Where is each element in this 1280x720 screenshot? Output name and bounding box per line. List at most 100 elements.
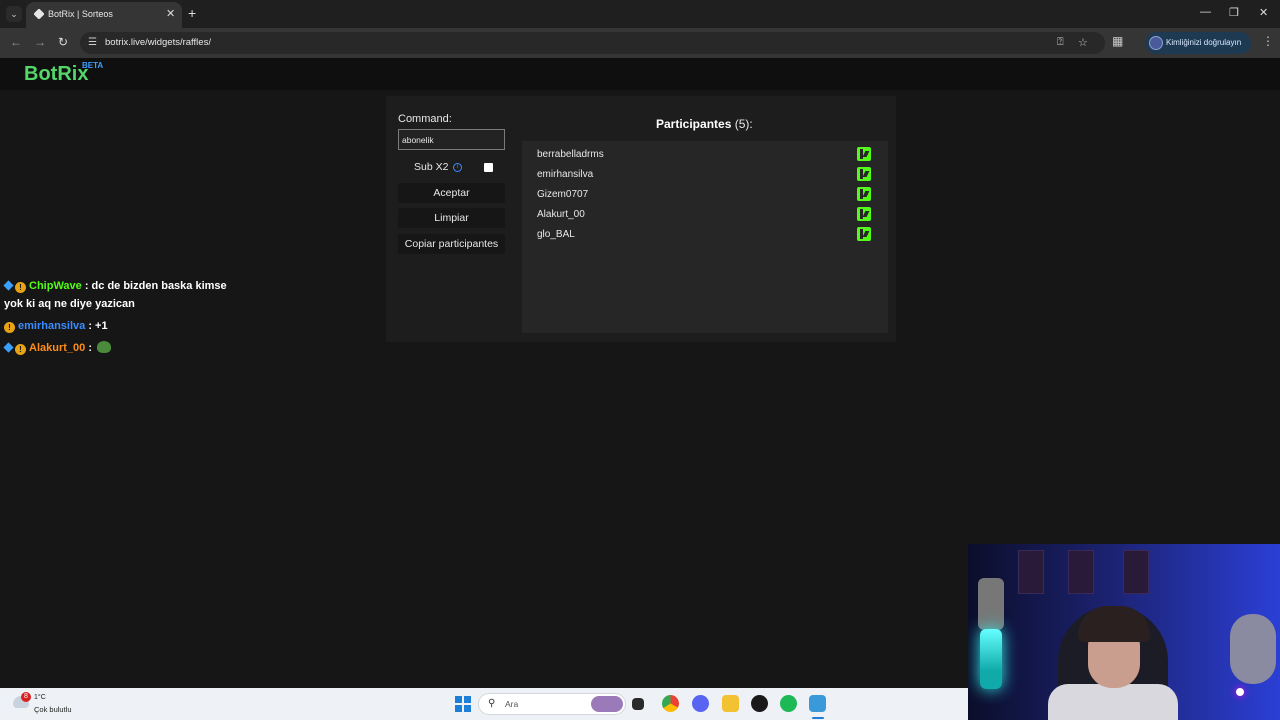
chat-text: dc de bizden baska kimse <box>91 280 227 292</box>
beta-badge: BETA <box>82 61 104 70</box>
search-highlight-icon <box>591 696 623 712</box>
raffle-panel: Command: Sub X2 i Aceptar Limpiar Copiar… <box>386 96 896 342</box>
accept-button[interactable]: Aceptar <box>398 183 505 203</box>
chat-separator: : <box>81 280 92 292</box>
streamer-hair <box>1078 606 1150 642</box>
chat-message: ! ChipWave : dc de bizden baska kimse yok… <box>3 277 227 313</box>
participant-name: glo_BAL <box>537 229 575 240</box>
close-icon[interactable]: ✕ <box>166 7 175 20</box>
browser-tab[interactable]: BotRix | Sorteos ✕ <box>26 2 182 28</box>
profile-label: Kimliğinizi doğrulayın <box>1166 38 1242 47</box>
reload-icon[interactable]: ↻ <box>58 35 68 49</box>
restore-icon[interactable]: ❐ <box>1229 6 1239 19</box>
sub-x2-checkbox[interactable] <box>484 163 493 172</box>
window-close-icon[interactable]: ✕ <box>1259 6 1268 19</box>
participants-label: Participantes <box>656 117 732 131</box>
browser-toolbar: ← → ↻ ☰ botrix.live/widgets/raffles/ ⍰ ☆… <box>0 28 1280 58</box>
pepe-emote-icon <box>97 341 112 353</box>
chat-text: +1 <box>95 320 108 332</box>
discord-icon[interactable] <box>692 695 709 712</box>
coin-badge-icon: ! <box>15 282 26 293</box>
photos-icon[interactable] <box>809 695 826 712</box>
wall-poster <box>1123 550 1149 594</box>
site-info-icon[interactable]: ☰ <box>88 37 97 48</box>
kick-icon <box>857 227 871 241</box>
glowing-lamp <box>980 629 1002 689</box>
participant-name: emirhansilva <box>537 169 594 180</box>
participant-name: Gizem0707 <box>537 189 589 200</box>
forward-arrow-icon[interactable]: → <box>34 35 46 49</box>
browser-tab-bar: ⌄ BotRix | Sorteos ✕ + — ❐ ✕ <box>0 0 1280 28</box>
tab-title: BotRix | Sorteos <box>48 9 113 19</box>
list-item: berrabelladrms <box>537 146 873 163</box>
kick-icon <box>857 207 871 221</box>
wall-poster <box>1068 550 1094 594</box>
participants-heading: Participantes (5): <box>656 117 753 131</box>
participant-name: berrabelladrms <box>537 149 604 160</box>
minimize-icon[interactable]: — <box>1200 6 1211 18</box>
participants-count: (5): <box>734 117 753 131</box>
spotify-icon[interactable] <box>780 695 797 712</box>
info-icon[interactable]: i <box>453 163 462 172</box>
command-input[interactable] <box>398 129 505 150</box>
windows-start-icon[interactable] <box>455 696 471 712</box>
translate-icon[interactable]: ⍰ <box>1057 36 1064 49</box>
weather-temperature[interactable]: 1°C <box>34 694 46 701</box>
copy-participants-button[interactable]: Copiar participantes <box>398 234 505 254</box>
webcam-feed <box>968 544 1280 720</box>
profile-button[interactable]: Kimliğinizi doğrulayın <box>1145 32 1251 54</box>
taskbar: 8 1°C Çok bulutlu ⚲ Ara <box>0 688 968 720</box>
botrix-favicon-icon <box>33 8 45 20</box>
list-item: glo_BAL <box>537 226 873 243</box>
more-menu-icon[interactable]: ⋮ <box>1262 34 1274 48</box>
chat-separator: : <box>85 320 96 332</box>
file-explorer-icon[interactable] <box>722 695 739 712</box>
coin-badge-icon: ! <box>4 322 15 333</box>
search-placeholder: Ara <box>505 699 519 709</box>
lamp-top <box>978 578 1004 630</box>
new-tab-button[interactable]: + <box>188 5 196 21</box>
url-text[interactable]: botrix.live/widgets/raffles/ <box>105 37 211 48</box>
wall-poster <box>1018 550 1044 594</box>
list-item: emirhansilva <box>537 166 873 183</box>
chat-text-continued: yok ki aq ne diye yazican <box>4 298 135 310</box>
app-header: BotRix BETA <box>0 58 1280 90</box>
extensions-icon[interactable]: ▦ <box>1112 34 1123 48</box>
bookmark-star-icon[interactable]: ☆ <box>1078 36 1088 49</box>
tab-search-button[interactable]: ⌄ <box>6 6 22 22</box>
search-icon: ⚲ <box>488 698 496 709</box>
subscriber-badge-icon <box>3 342 14 353</box>
subscriber-badge-icon <box>3 280 14 291</box>
list-item: Alakurt_00 <box>537 206 873 223</box>
coin-badge-icon: ! <box>15 344 26 355</box>
list-item: Gizem0707 <box>537 186 873 203</box>
weather-description[interactable]: Çok bulutlu <box>34 705 72 714</box>
chrome-icon[interactable] <box>662 695 679 712</box>
chat-separator: : <box>85 342 96 354</box>
participants-list: berrabelladrms emirhansilva Gizem0707 Al… <box>522 141 888 333</box>
participant-name: Alakurt_00 <box>537 209 585 220</box>
chat-username[interactable]: ChipWave <box>29 280 82 292</box>
clear-button[interactable]: Limpiar <box>398 208 505 228</box>
kick-icon <box>857 147 871 161</box>
chat-username[interactable]: Alakurt_00 <box>29 342 85 354</box>
chat-username[interactable]: emirhansilva <box>18 320 85 332</box>
obs-icon[interactable] <box>751 695 768 712</box>
active-app-indicator <box>812 717 824 719</box>
chat-message: ! emirhansilva : +1 <box>4 317 108 335</box>
avatar <box>1149 36 1163 50</box>
botrix-logo[interactable]: BotRix <box>24 63 88 86</box>
kick-icon <box>857 187 871 201</box>
led-light <box>1236 688 1244 696</box>
sub-x2-label: Sub X2 <box>414 161 449 173</box>
chat-message: ! Alakurt_00 : <box>3 339 112 357</box>
taskbar-search[interactable]: ⚲ Ara <box>478 693 626 715</box>
task-view-icon[interactable] <box>632 698 644 710</box>
command-label: Command: <box>398 113 452 125</box>
kick-icon <box>857 167 871 181</box>
teddy-bear <box>1230 614 1276 684</box>
streamer-hoodie <box>1048 684 1178 720</box>
back-arrow-icon[interactable]: ← <box>10 35 22 49</box>
notification-badge: 8 <box>21 692 31 702</box>
address-bar[interactable]: ☰ botrix.live/widgets/raffles/ ⍰ ☆ <box>80 32 1105 54</box>
